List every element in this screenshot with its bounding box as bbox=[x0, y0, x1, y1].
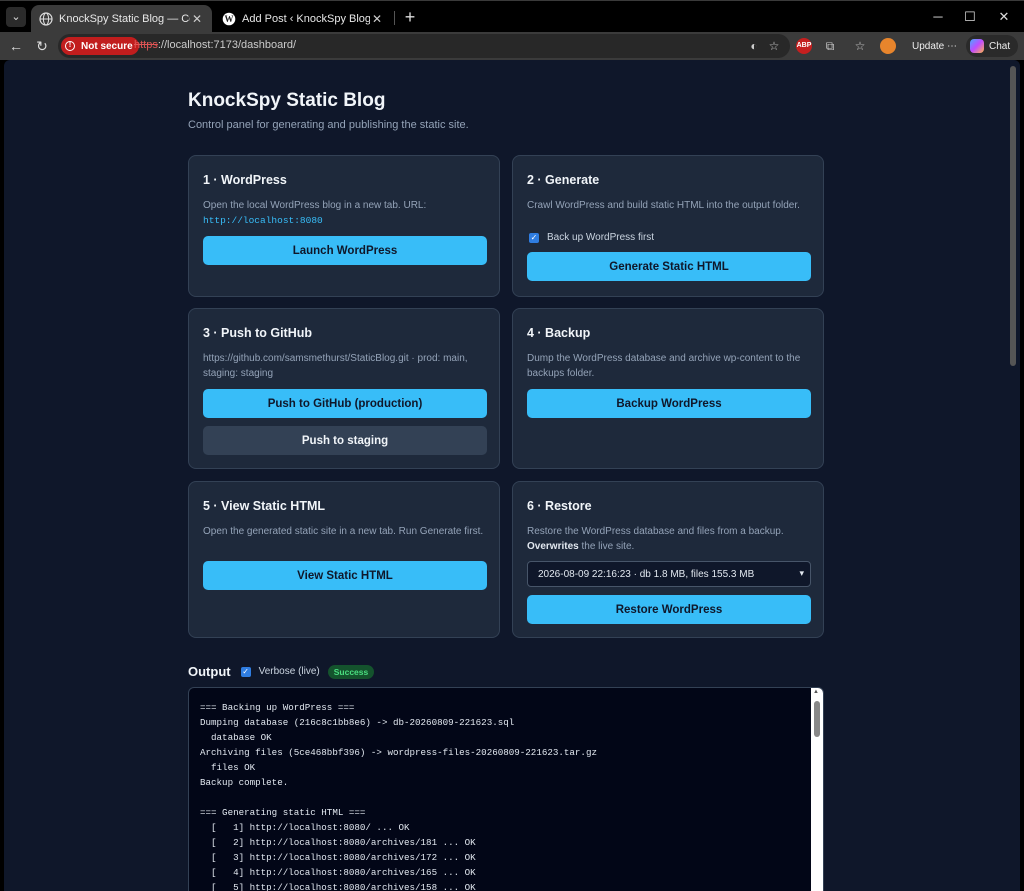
card-description: https://github.com/samsmethurst/StaticBl… bbox=[203, 353, 468, 379]
output-log: === Backing up WordPress === Dumping dat… bbox=[200, 702, 597, 891]
verbose-checkbox[interactable]: ✓ Verbose (live) bbox=[240, 666, 320, 677]
restore-desc-tail: the live site. bbox=[578, 541, 635, 552]
console-scrollbar[interactable]: ▲ bbox=[811, 688, 823, 891]
card-title: 2 · Generate bbox=[527, 173, 600, 187]
backup-select-value: 2026-08-09 22:16:23 · db 1.8 MB, files 1… bbox=[538, 568, 755, 580]
launch-wordpress-button[interactable]: Launch WordPress bbox=[203, 236, 487, 265]
restore-card: 6 · Restore Restore the WordPress databa… bbox=[512, 481, 824, 638]
card-description: Open the local WordPress blog in a new t… bbox=[203, 200, 427, 211]
card-title: 3 · Push to GitHub bbox=[203, 326, 313, 340]
backup-select[interactable]: 2026-08-09 22:16:23 · db 1.8 MB, files 1… bbox=[527, 561, 811, 587]
chat-label: Chat bbox=[989, 40, 1011, 52]
card-title: 5 · View Static HTML bbox=[203, 499, 326, 513]
globe-icon bbox=[39, 12, 53, 26]
minimize-icon[interactable]: ─ bbox=[928, 7, 948, 27]
page-title: KnockSpy Static Blog bbox=[188, 90, 386, 111]
push-production-button[interactable]: Push to GitHub (production) bbox=[203, 389, 487, 418]
performance-icon[interactable]: ◐ bbox=[746, 38, 762, 54]
not-secure-label: Not secure bbox=[81, 40, 133, 52]
page-viewport: KnockSpy Static Blog Control panel for g… bbox=[4, 60, 1020, 891]
tab-title: KnockSpy Static Blog — Control Pa bbox=[59, 13, 190, 25]
close-tab-icon[interactable]: ✕ bbox=[370, 12, 384, 26]
back-arrow-icon[interactable]: ← bbox=[6, 36, 26, 56]
browser-tab-bar: ⌄ KnockSpy Static Blog — Control Pa ✕ W … bbox=[0, 0, 1024, 33]
output-header: Output ✓ Verbose (live) Success bbox=[188, 664, 375, 679]
url-text[interactable]: https://localhost:7173/dashboard/ bbox=[134, 39, 296, 51]
checkbox-label: Back up WordPress first bbox=[547, 232, 655, 243]
wordpress-card: 1 · WordPress Open the local WordPress b… bbox=[188, 155, 500, 297]
backup-first-checkbox[interactable]: ✓ Back up WordPress first bbox=[529, 232, 654, 243]
warning-shield-icon: ! bbox=[65, 41, 75, 51]
wordpress-icon: W bbox=[222, 12, 236, 26]
card-description: Dump the WordPress database and archive … bbox=[527, 353, 801, 379]
backup-card: 4 · Backup Dump the WordPress database a… bbox=[512, 308, 824, 469]
tab-control-panel[interactable]: KnockSpy Static Blog — Control Pa ✕ bbox=[31, 5, 212, 33]
push-staging-button[interactable]: Push to staging bbox=[203, 426, 487, 455]
generate-static-html-button[interactable]: Generate Static HTML bbox=[527, 252, 811, 281]
address-toolbar: ← ↻ ! Not secure https://localhost:7173/… bbox=[0, 32, 1024, 60]
github-card: 3 · Push to GitHub https://github.com/sa… bbox=[188, 308, 500, 469]
wordpress-url: http://localhost:8080 bbox=[203, 215, 323, 226]
view-static-card: 5 · View Static HTML Open the generated … bbox=[188, 481, 500, 638]
output-console[interactable]: === Backing up WordPress === Dumping dat… bbox=[188, 687, 824, 891]
reload-icon[interactable]: ↻ bbox=[32, 36, 52, 56]
maximize-icon[interactable]: ☐ bbox=[960, 7, 980, 27]
view-static-html-button[interactable]: View Static HTML bbox=[203, 561, 487, 590]
restore-wordpress-button[interactable]: Restore WordPress bbox=[527, 595, 811, 624]
scrollbar-thumb[interactable] bbox=[814, 701, 820, 737]
card-description: Open the generated static site in a new … bbox=[203, 526, 484, 537]
extensions-puzzle-icon[interactable]: ⧉ bbox=[822, 38, 838, 54]
tab-add-post[interactable]: W Add Post ‹ KnockSpy Blog — Word ✕ bbox=[214, 5, 392, 33]
copilot-chat-button[interactable]: Chat bbox=[966, 35, 1018, 57]
favorite-star-icon[interactable]: ☆ bbox=[766, 38, 782, 54]
generate-card: 2 · Generate Crawl WordPress and build s… bbox=[512, 155, 824, 297]
restore-desc-text: Restore the WordPress database and files… bbox=[527, 526, 784, 537]
scroll-up-icon[interactable]: ▲ bbox=[813, 689, 819, 695]
page-subtitle: Control panel for generating and publish… bbox=[188, 119, 469, 131]
restore-desc-bold: Overwrites bbox=[527, 541, 579, 552]
adblock-extension-icon[interactable]: ABP bbox=[796, 38, 812, 54]
close-tab-icon[interactable]: ✕ bbox=[190, 12, 204, 26]
not-secure-badge[interactable]: ! Not secure bbox=[61, 37, 139, 55]
url-path: ://localhost:7173/dashboard/ bbox=[157, 39, 297, 51]
tab-actions-menu-icon[interactable]: ⌄ bbox=[6, 7, 26, 27]
card-title: 6 · Restore bbox=[527, 499, 592, 513]
verbose-label: Verbose (live) bbox=[258, 666, 320, 677]
tab-divider bbox=[394, 11, 395, 25]
profile-avatar[interactable] bbox=[880, 38, 896, 54]
new-tab-plus-icon[interactable]: + bbox=[400, 7, 420, 27]
status-badge: Success bbox=[327, 664, 375, 679]
svg-text:W: W bbox=[225, 14, 234, 24]
update-label: Update bbox=[912, 40, 945, 52]
favorites-list-icon[interactable]: ☆ bbox=[852, 38, 868, 54]
page-scrollbar[interactable] bbox=[1010, 66, 1016, 366]
close-window-icon[interactable]: ✕ bbox=[994, 7, 1014, 27]
card-title: 1 · WordPress bbox=[203, 173, 287, 187]
address-bar[interactable]: ! Not secure https://localhost:7173/dash… bbox=[58, 34, 790, 58]
update-button[interactable]: Update ⋯ bbox=[906, 36, 963, 56]
card-description: Restore the WordPress database and files… bbox=[527, 524, 817, 554]
chevron-down-icon: ▾ bbox=[799, 568, 804, 578]
copilot-icon bbox=[970, 39, 984, 53]
tab-title: Add Post ‹ KnockSpy Blog — Word bbox=[242, 13, 370, 25]
checkbox-checked-icon[interactable]: ✓ bbox=[240, 666, 251, 677]
card-description: Crawl WordPress and build static HTML in… bbox=[527, 200, 800, 211]
card-title: 4 · Backup bbox=[527, 326, 591, 340]
checkbox-checked-icon[interactable]: ✓ bbox=[529, 232, 539, 243]
backup-wordpress-button[interactable]: Backup WordPress bbox=[527, 389, 811, 418]
url-protocol: https bbox=[134, 39, 158, 51]
output-title: Output bbox=[188, 664, 231, 679]
